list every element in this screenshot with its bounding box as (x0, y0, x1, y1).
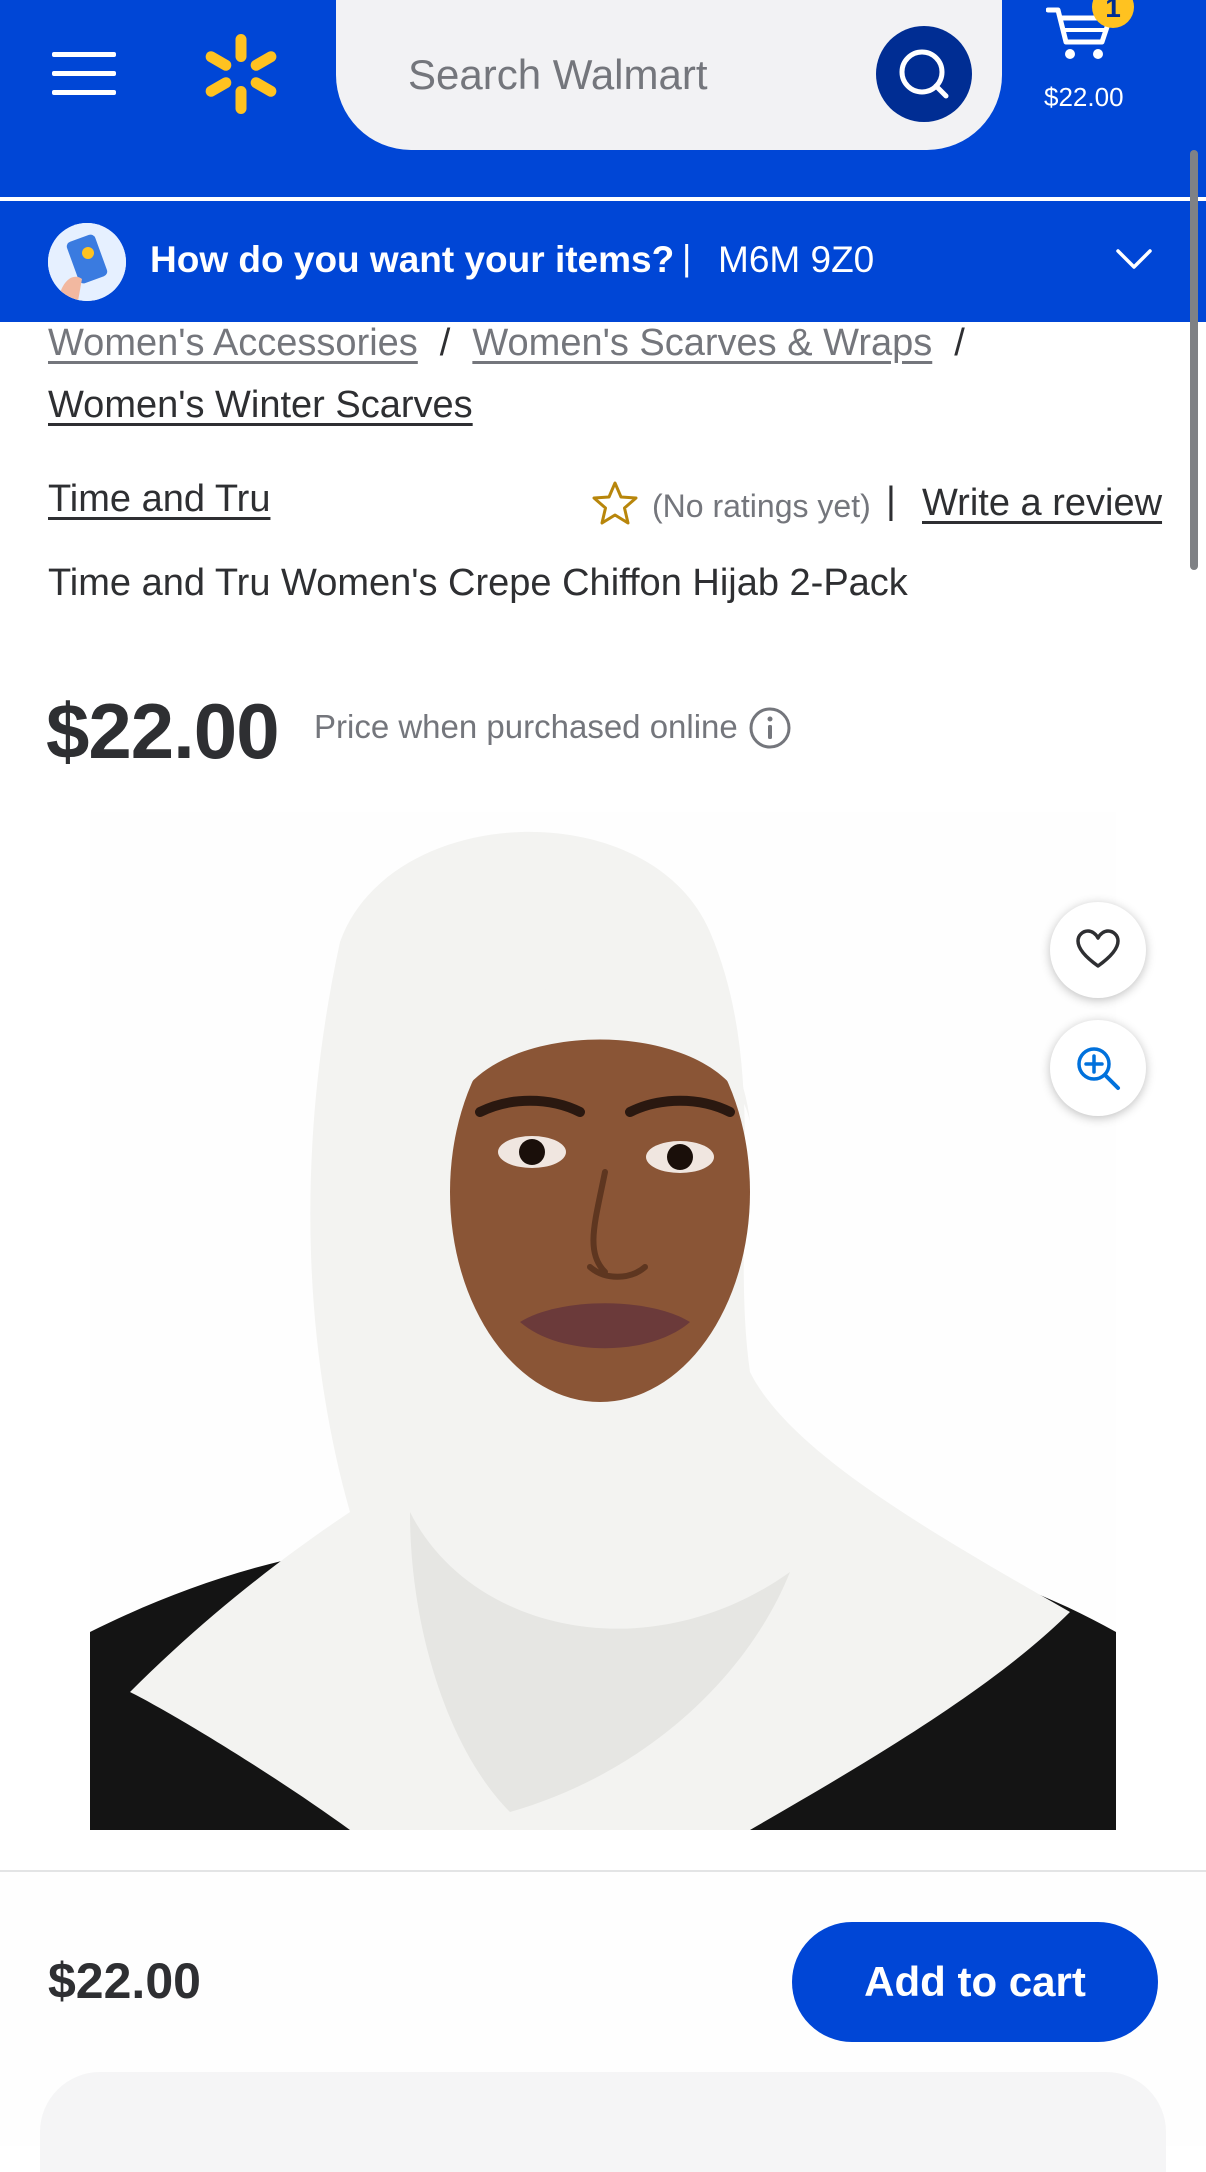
add-to-cart-button[interactable]: Add to cart (792, 1922, 1158, 2042)
rating-text: (No ratings yet) (652, 488, 871, 524)
product-image[interactable] (90, 812, 1116, 1830)
cart-total: $22.00 (1044, 82, 1124, 112)
delivery-title: How do you want your items? (150, 239, 675, 280)
product-title: Time and Tru Women's Crepe Chiffon Hijab… (48, 562, 908, 604)
breadcrumb-link-womens-winter-scarves[interactable]: Women's Winter Scarves (48, 384, 473, 426)
search-bar (336, 0, 1002, 150)
chevron-down-icon (1116, 249, 1152, 269)
zoom-button[interactable] (1050, 1020, 1146, 1116)
zoom-in-icon (1077, 1047, 1120, 1090)
scrollbar[interactable] (1190, 150, 1198, 570)
next-section-edge (40, 2072, 1166, 2172)
breadcrumb-link-womens-accessories[interactable]: Women's Accessories (48, 322, 418, 364)
search-input[interactable] (406, 44, 850, 106)
search-icon (899, 49, 949, 99)
breadcrumb-separator: / (439, 322, 451, 364)
cart-button[interactable]: 1 $22.00 (1030, 0, 1180, 130)
sticky-add-to-cart-bar: $22.00 Add to cart (0, 1870, 1206, 2172)
breadcrumb-separator: / (954, 322, 965, 364)
breadcrumb-link-womens-scarves-wraps[interactable]: Women's Scarves & Wraps (472, 322, 932, 364)
product-price: $22.00 (46, 687, 280, 775)
walmart-spark-icon[interactable] (199, 32, 283, 116)
menu-icon[interactable] (52, 50, 116, 98)
star-outline-icon (592, 481, 638, 525)
heart-icon (1076, 929, 1120, 968)
delivery-separator: | (682, 237, 692, 278)
site-header: 1 $22.00 (0, 0, 1206, 199)
rating-separator: | (886, 480, 896, 522)
breadcrumb: Women's Accessories / Women's Scarves & Wr… (48, 312, 1158, 436)
search-button[interactable] (876, 26, 972, 122)
price-note: Price when purchased online (314, 708, 738, 745)
bottom-price: $22.00 (48, 1953, 201, 2009)
info-icon[interactable] (748, 706, 792, 750)
write-review-link[interactable]: Write a review (922, 482, 1162, 525)
delivery-avatar-icon (48, 223, 126, 301)
delivery-selector[interactable]: How do you want your items? | M6M 9Z0 (0, 201, 1206, 322)
favorite-button[interactable] (1050, 902, 1146, 998)
brand-link[interactable]: Time and Tru (48, 478, 270, 521)
delivery-postal-code: M6M 9Z0 (718, 239, 875, 280)
